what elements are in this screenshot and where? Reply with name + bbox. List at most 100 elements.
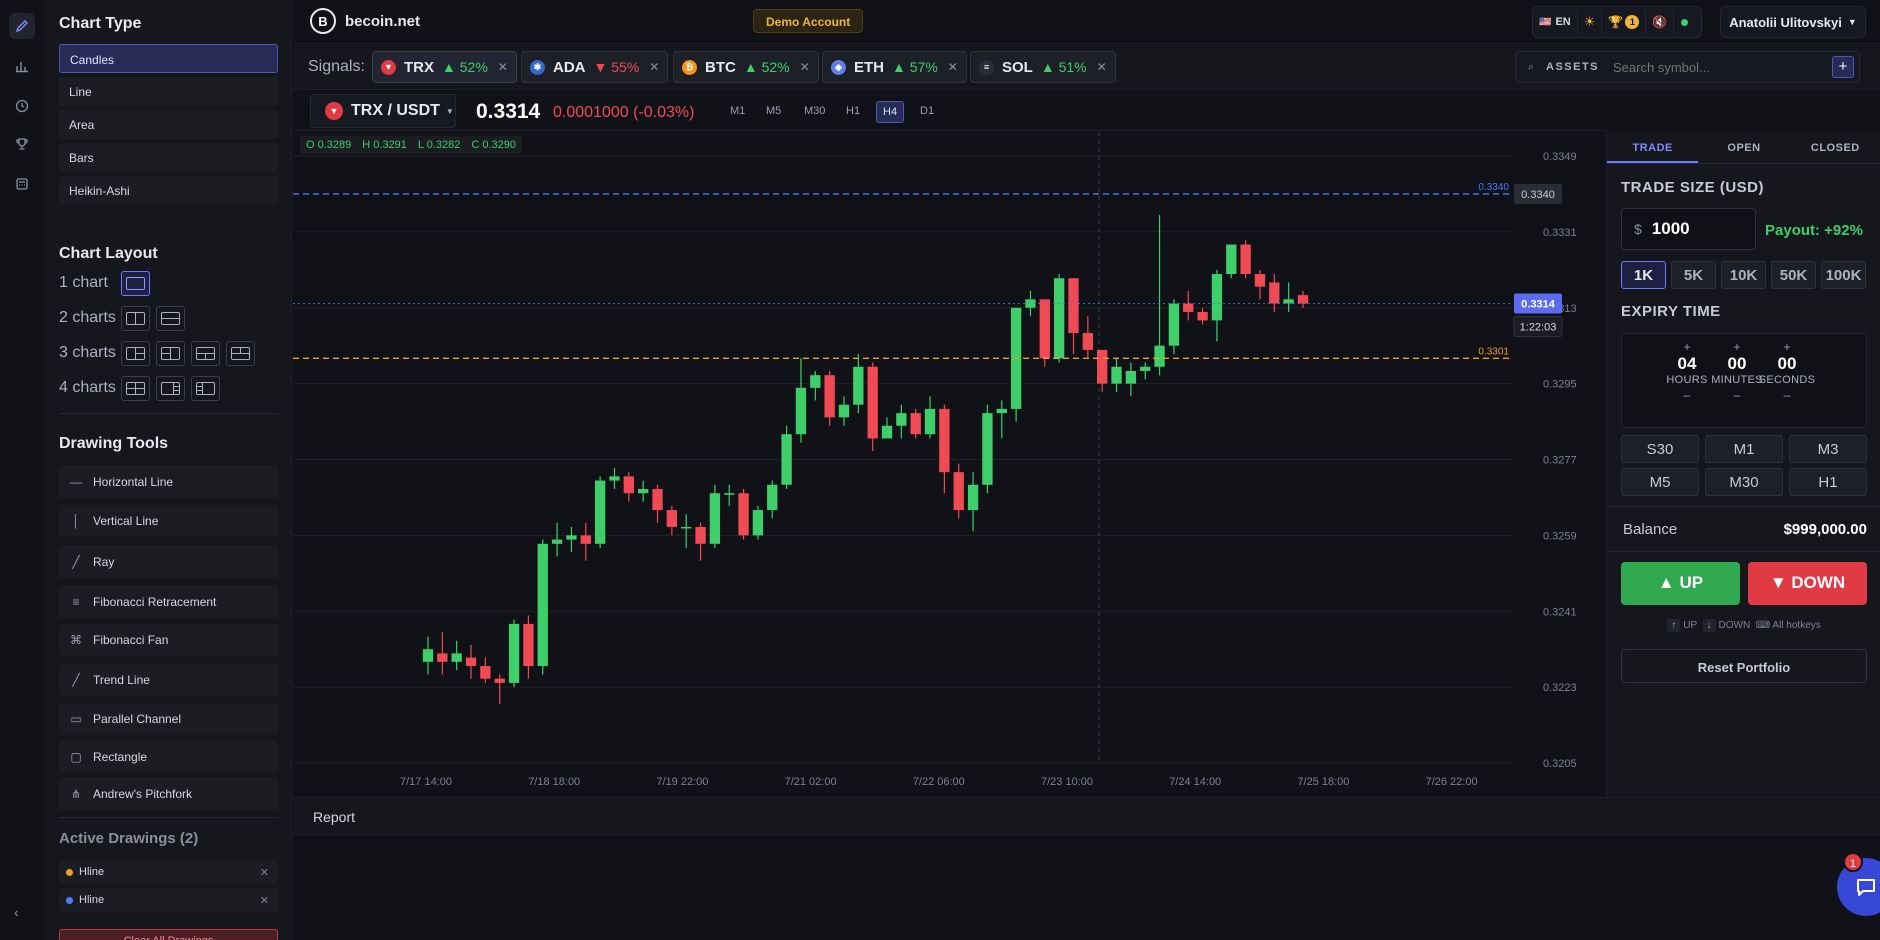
quick-amount-50k[interactable]: 50K <box>1771 261 1816 289</box>
brand-logo[interactable]: B <box>310 8 336 34</box>
layout-2-vertical-icon[interactable] <box>121 305 150 331</box>
drawing-tool-fibonacci-fan[interactable]: ⌘ Fibonacci Fan <box>59 624 278 656</box>
layout-3c-icon[interactable] <box>191 340 220 366</box>
trade-panel: TRADE OPEN CLOSED TRADE SIZE (USD) $ 100… <box>1606 132 1880 797</box>
signal-chip-eth[interactable]: ◆ ETH ▲ 57% ✕ <box>822 51 967 83</box>
pencil-icon[interactable] <box>9 13 35 39</box>
timeframe-m1[interactable]: M1 <box>724 101 751 123</box>
demo-account-badge[interactable]: Demo Account <box>753 9 864 33</box>
drawing-tool-icon: ▢ <box>70 750 82 764</box>
remove-drawing-icon[interactable]: ✕ <box>260 866 269 879</box>
drawing-tool-rectangle[interactable]: ▢ Rectangle <box>59 741 278 773</box>
trade-amount-field[interactable]: $ 1000 <box>1621 208 1756 250</box>
search-input[interactable] <box>1613 59 1844 75</box>
signal-chip-ada[interactable]: ✱ ADA ▼ 55% ✕ <box>521 51 669 83</box>
language-selector[interactable]: 🇺🇸 EN <box>1533 10 1578 34</box>
time-axis-tick: 7/24 14:00 <box>1169 776 1221 788</box>
seconds-minus-button[interactable]: – <box>1757 388 1817 402</box>
chart-type-area[interactable]: Area <box>59 110 278 139</box>
reset-portfolio-button[interactable]: Reset Portfolio <box>1621 649 1867 683</box>
pair-name: TRX / USDT <box>351 102 440 119</box>
hotkey-up-label: UP <box>1683 620 1697 631</box>
pair-selector[interactable]: ▼ TRX / USDT ▼ <box>310 94 456 128</box>
trophy-button[interactable]: 🏆 1 <box>1602 10 1647 34</box>
clear-all-drawings-button[interactable]: Clear All Drawings <box>59 929 278 940</box>
signal-chip-sol[interactable]: ≡ SOL ▲ 51% ✕ <box>970 51 1116 83</box>
timeframe-d1[interactable]: D1 <box>914 101 940 123</box>
signal-chip-trx[interactable]: ▼ TRX ▲ 52% ✕ <box>372 51 517 83</box>
expiry-m5-button[interactable]: M5 <box>1621 468 1699 496</box>
calculator-icon[interactable] <box>9 171 35 197</box>
expiry-m1-button[interactable]: M1 <box>1705 435 1783 463</box>
quick-amount-10k[interactable]: 10K <box>1721 261 1766 289</box>
user-menu-button[interactable]: Anatolii Ulitovskyi ▼ <box>1720 6 1866 38</box>
expiry-h1-button[interactable]: H1 <box>1789 468 1867 496</box>
signal-arrow-up-icon: ▲ <box>892 59 906 75</box>
brand-name[interactable]: becoin.net <box>345 13 420 30</box>
drawing-tool-horizontal-line[interactable]: — Horizontal Line <box>59 466 278 498</box>
expiry-m30-button[interactable]: M30 <box>1705 468 1783 496</box>
hline-label: 0.3301 <box>1478 346 1509 357</box>
quick-amount-1k[interactable]: 1K <box>1621 261 1666 289</box>
layout-4c-icon[interactable] <box>191 375 220 401</box>
layout-4b-icon[interactable] <box>156 375 185 401</box>
drawing-tool-trend-line[interactable]: ╱ Trend Line <box>59 664 278 696</box>
drawing-tool-ray[interactable]: ╱ Ray <box>59 546 278 578</box>
candle-body <box>967 484 979 511</box>
close-icon[interactable]: ✕ <box>649 60 659 74</box>
seconds-plus-button[interactable]: + <box>1757 340 1817 354</box>
candle-body <box>695 526 706 544</box>
time-axis-tick: 7/17 14:00 <box>400 776 452 788</box>
layout-3a-icon[interactable] <box>121 340 150 366</box>
drawing-tool-fibonacci-retracement[interactable]: ≡ Fibonacci Retracement <box>59 586 278 618</box>
layout-2-horizontal-icon[interactable] <box>156 305 185 331</box>
quick-amount-5k[interactable]: 5K <box>1671 261 1716 289</box>
trophy-icon[interactable] <box>9 131 35 157</box>
expiry-m3-button[interactable]: M3 <box>1789 435 1867 463</box>
quick-amount-100k[interactable]: 100K <box>1821 261 1866 289</box>
tab-open[interactable]: OPEN <box>1698 132 1789 163</box>
seconds-value[interactable]: 00 <box>1757 354 1817 374</box>
drawing-tool-andrew-s-pitchfork[interactable]: ⋔ Andrew's Pitchfork <box>59 778 278 810</box>
close-icon[interactable]: ✕ <box>800 60 810 74</box>
sound-off-icon[interactable]: 🔇 <box>1646 10 1675 34</box>
bar-chart-icon[interactable] <box>9 53 35 79</box>
chart-type-candles[interactable]: Candles <box>59 44 278 73</box>
tab-trade[interactable]: TRADE <box>1607 132 1699 163</box>
expiry-s30-button[interactable]: S30 <box>1621 435 1699 463</box>
chart-type-heikin-ashi[interactable]: Heikin-Ashi <box>59 176 278 205</box>
chart-type-bars[interactable]: Bars <box>59 143 278 172</box>
up-button[interactable]: ▲ UP <box>1621 562 1740 605</box>
layout-row-2: 2 charts <box>59 304 191 332</box>
all-hotkeys-link[interactable]: ⌨ All hotkeys <box>1756 620 1821 631</box>
active-drawing-item[interactable]: Hline ✕ <box>59 860 278 884</box>
candle-body <box>724 493 735 495</box>
price-chart[interactable]: 0.33490.33310.33130.32950.32770.32590.32… <box>293 132 1606 797</box>
active-drawing-item[interactable]: Hline ✕ <box>59 888 278 912</box>
clock-icon[interactable] <box>9 93 35 119</box>
drawing-tool-parallel-channel[interactable]: ▭ Parallel Channel <box>59 703 278 735</box>
layout-4a-icon[interactable] <box>121 375 150 401</box>
candlestick-chart[interactable]: 0.33490.33310.33130.32950.32770.32590.32… <box>293 132 1606 797</box>
add-asset-button[interactable]: + <box>1832 56 1854 78</box>
remove-drawing-icon[interactable]: ✕ <box>260 894 269 907</box>
close-icon[interactable]: ✕ <box>498 60 508 74</box>
ohlc-low: L 0.3282 <box>417 139 461 151</box>
layout-1-icon[interactable] <box>121 270 150 296</box>
down-button[interactable]: ▼ DOWN <box>1748 562 1867 605</box>
close-icon[interactable]: ✕ <box>1097 60 1107 74</box>
layout-3b-icon[interactable] <box>156 340 185 366</box>
drawing-tool-vertical-line[interactable]: │ Vertical Line <box>59 505 278 537</box>
sun-icon[interactable]: ☀ <box>1578 10 1603 34</box>
chart-type-line[interactable]: Line <box>59 77 278 106</box>
timeframe-h4[interactable]: H4 <box>876 101 905 123</box>
timeframe-h1[interactable]: H1 <box>840 101 866 123</box>
layout-3d-icon[interactable] <box>226 340 255 366</box>
report-tab[interactable]: Report <box>313 809 355 825</box>
signal-chip-btc[interactable]: ₿ BTC ▲ 52% ✕ <box>673 51 819 83</box>
tab-closed[interactable]: CLOSED <box>1790 132 1880 163</box>
timeframe-m5[interactable]: M5 <box>760 101 787 123</box>
close-icon[interactable]: ✕ <box>948 60 958 74</box>
timeframe-m30[interactable]: M30 <box>798 101 831 123</box>
collapse-panel-icon[interactable]: ‹ <box>14 904 19 920</box>
